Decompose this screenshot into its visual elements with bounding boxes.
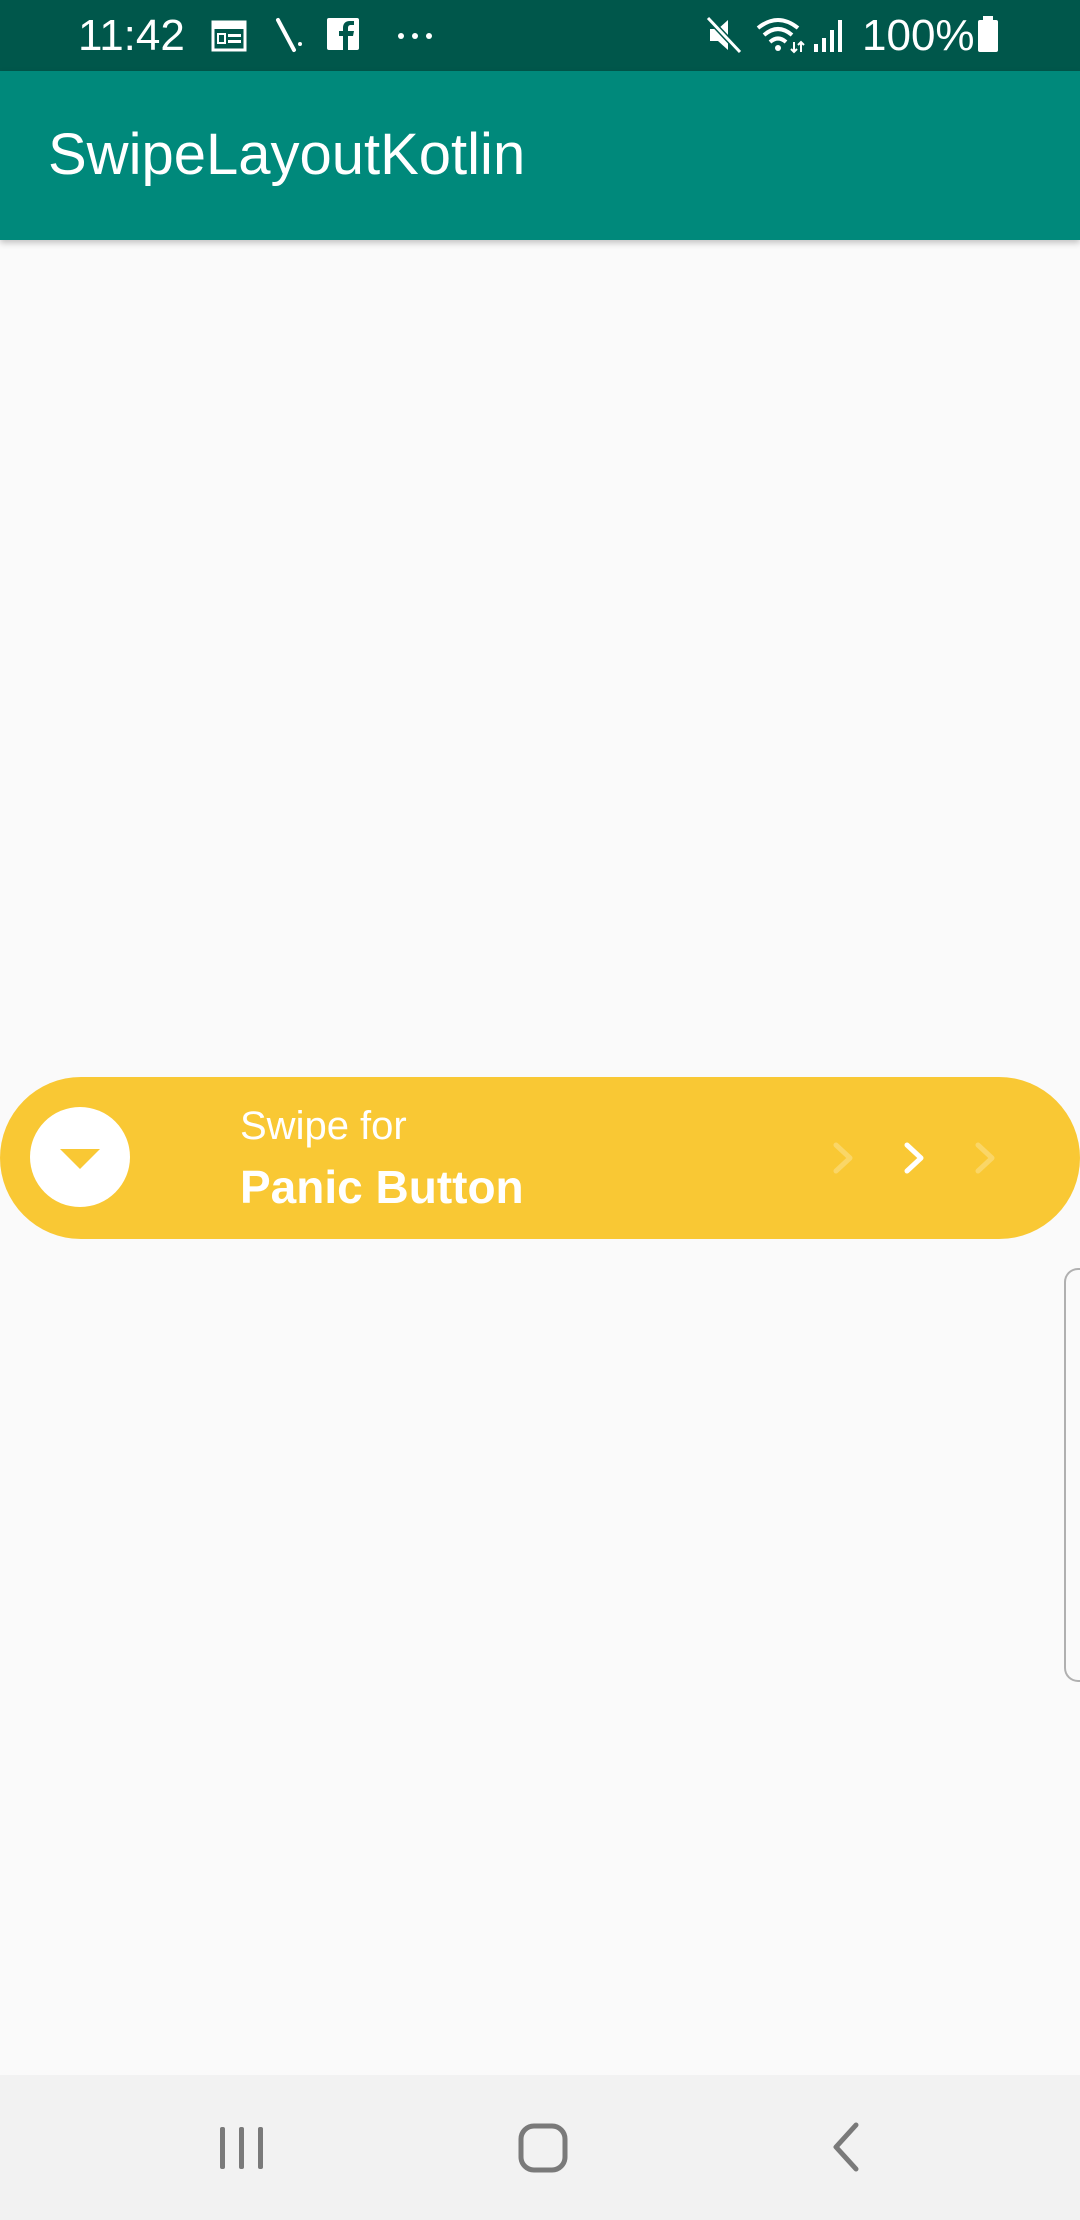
edge-panel-handle[interactable] [1064, 1268, 1080, 1682]
facebook-icon [325, 14, 361, 56]
more-notifications-icon [393, 14, 439, 56]
home-icon[interactable] [492, 2097, 592, 2197]
app-title: SwipeLayoutKotlin [48, 122, 526, 187]
chevron-right-icon [966, 1133, 1006, 1183]
screen: 11:42 100% SwipeLayoutKotlin Swipe for P… [0, 0, 1080, 2220]
app-bar: SwipeLayoutKotlin [0, 71, 1080, 240]
status-time: 11:42 [78, 11, 185, 60]
chevron-right-icon [824, 1133, 864, 1183]
stylus-icon [272, 14, 306, 56]
swipe-panic-button[interactable]: Swipe for Panic Button [0, 1077, 1080, 1239]
battery-percent: 100% [862, 11, 975, 60]
recent-apps-icon[interactable] [192, 2097, 292, 2197]
back-icon[interactable] [796, 2097, 896, 2197]
mute-icon [704, 14, 744, 56]
nav-bar [0, 2075, 1080, 2220]
battery-icon [974, 14, 1004, 56]
swipe-knob[interactable] [30, 1107, 130, 1207]
swipe-subtitle: Swipe for [240, 1104, 407, 1148]
status-bar: 11:42 100% [0, 0, 1080, 71]
signal-icon [812, 14, 848, 56]
caret-down-icon [60, 1149, 100, 1169]
wifi-icon [754, 14, 806, 56]
chevron-right-icon [895, 1133, 935, 1183]
swipe-title: Panic Button [240, 1161, 524, 1213]
calendar-icon [210, 14, 248, 56]
